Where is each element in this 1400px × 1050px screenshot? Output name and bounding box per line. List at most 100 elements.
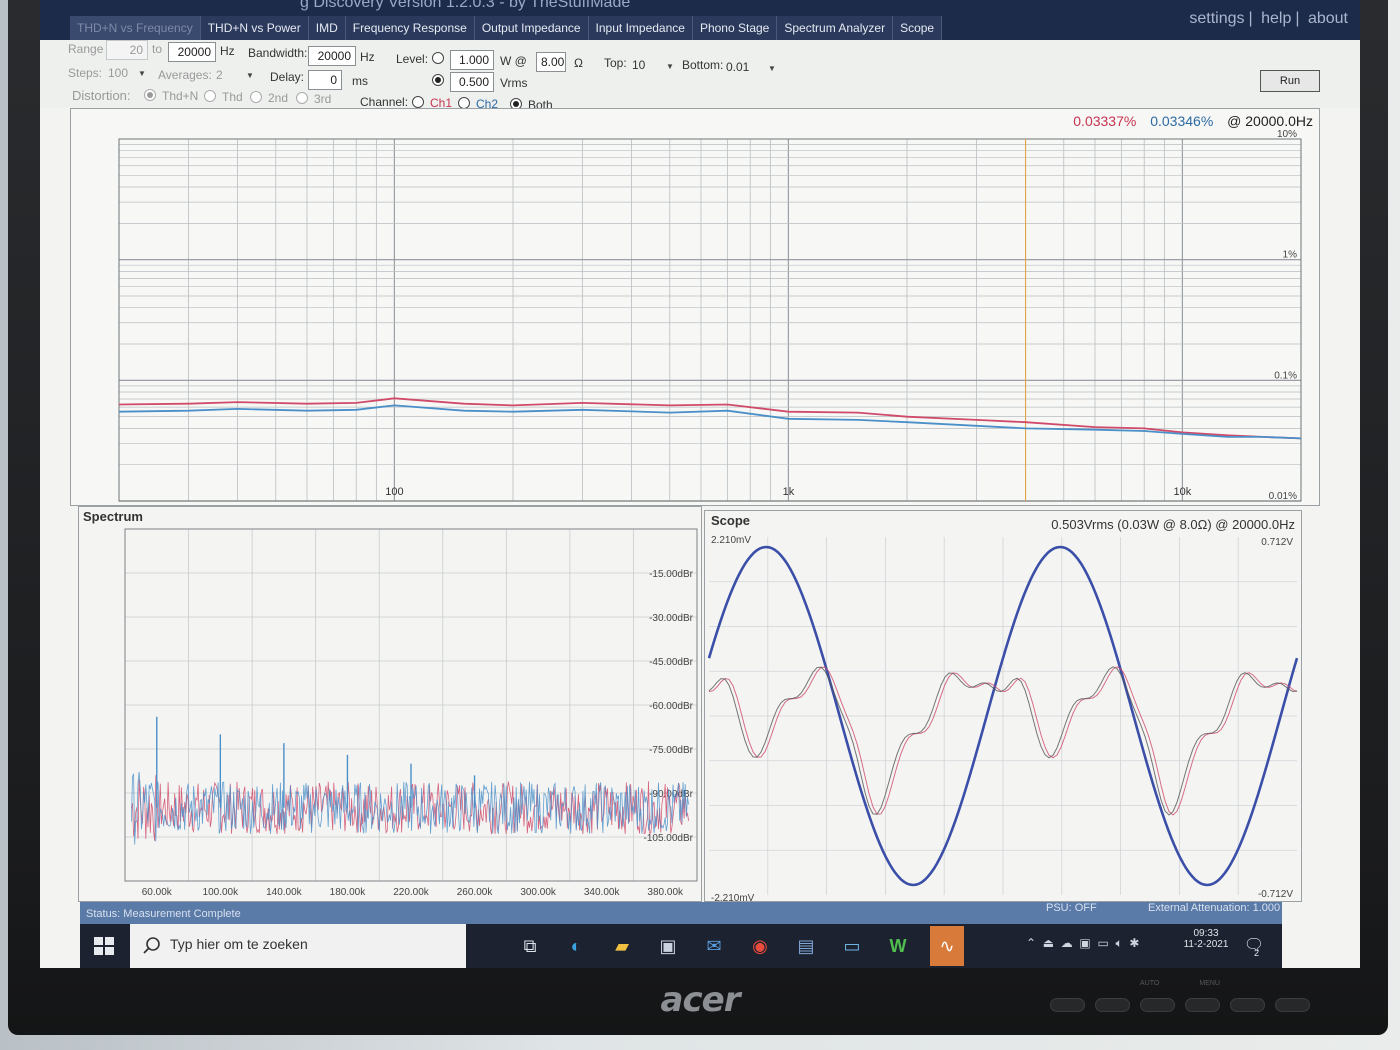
channel-ch1-radio[interactable] [412,96,424,108]
mail-icon[interactable]: ✉ [700,932,728,960]
task-view-icon[interactable]: ⧉ [516,932,544,960]
monitor-button[interactable] [1050,998,1085,1012]
status-bar: Status: Measurement Complete PSU: OFF Ex… [80,902,1282,924]
tab-output-impedance[interactable]: Output Impedance [474,16,589,40]
display-icon[interactable]: ▣ [1079,936,1090,950]
x-tick-label: 380.00k [647,887,684,898]
y-tick-label: 0.01% [1269,491,1297,502]
range-hz-label: Hz [220,44,235,58]
distortion-2nd-radio[interactable] [250,91,262,103]
tab-thd-vs-frequency[interactable]: THD+N vs Frequency [70,16,201,40]
taskbar-search-box[interactable]: Typ hier om te zoeken [130,924,466,968]
w-app-icon[interactable]: W [884,932,912,960]
range-from-input[interactable]: 20 [106,40,148,60]
steps-chevron-down-icon[interactable]: ▼ [138,69,146,78]
bottom-chevron-down-icon[interactable]: ▼ [768,64,776,73]
usb-icon[interactable]: ⏏ [1043,936,1054,950]
tab-scope[interactable]: Scope [893,16,943,40]
tab-phono-stage[interactable]: Phono Stage [692,16,778,40]
top-select[interactable]: 10 [632,58,645,72]
clock-time: 09:33 [1193,928,1219,939]
windows-start-icon[interactable] [92,934,116,958]
scope-chart-svg: 2.210mV-2.210mV0.712V-0.712V [707,535,1299,904]
distortion-3rd-radio[interactable] [296,92,308,104]
y-tick-label: 0.1% [1274,370,1297,381]
tab-thd-vs-power[interactable]: THD+N vs Power [200,16,309,40]
volume-icon[interactable]: 🔈︎ [1115,936,1122,950]
x-tick-label: 10k [1174,486,1192,498]
thd-readout-ch1: 0.03337% [1073,113,1137,129]
level-watts-radio[interactable] [432,52,444,64]
y-tick-label: -75.00dBr [649,745,694,756]
level-vrms-input[interactable]: 0.500 [450,72,494,92]
averages-select[interactable]: 2 [216,68,223,82]
top-chevron-down-icon[interactable]: ▼ [666,62,674,71]
remote-desktop-icon[interactable]: ▤ [792,932,820,960]
series-line-ch2 [118,404,1302,440]
tab-imd[interactable]: IMD [308,16,346,40]
scope-right-bottom-label: -0.712V [1258,889,1293,900]
tab-input-impedance[interactable]: Input Impedance [588,16,693,40]
spectrum-chart-svg: -15.00dBr -30.00dBr -45.00dBr -60.00dBr -75.… [124,528,698,898]
chrome-icon[interactable]: ◉ [746,932,774,960]
delay-input[interactable]: 0 [308,70,342,90]
monitor-button[interactable] [1230,998,1265,1012]
steps-select[interactable]: 100 [108,66,128,80]
monitor-button[interactable] [1095,998,1130,1012]
monitor-button[interactable] [1185,998,1220,1012]
y-tick-label: -105.00dBr [644,833,694,844]
bluetooth-icon[interactable]: ✱ [1129,936,1139,950]
tab-frequency-response[interactable]: Frequency Response [345,16,475,40]
x-tick-label: 300.00k [520,887,557,898]
level-watts-input[interactable]: 1.000 [450,50,494,70]
level-label: Level: [396,52,429,66]
top-label: Top: [604,56,627,70]
ohm-label: Ω [574,56,583,70]
x-tick-label: 260.00k [457,887,494,898]
thd-chart: 100 1k 10k 10% 1% 0.1% 0.01% 0.03337% 0.03346%… [70,108,1320,506]
distortion-thd-radio[interactable] [204,90,216,102]
about-link[interactable]: about [1308,10,1348,27]
y-tick-label: 10% [1277,129,1297,140]
averages-chevron-down-icon[interactable]: ▼ [246,71,254,80]
settings-link[interactable]: settings [1189,10,1244,27]
search-placeholder: Typ hier om te zoeken [170,936,308,952]
chevron-up-icon[interactable]: ⌃ [1026,936,1036,950]
thd-readout-frequency: @ 20000.0Hz [1227,113,1313,129]
edge-browser-icon[interactable]: ◐ [562,932,590,960]
cloud-icon[interactable]: ☁ [1061,936,1073,950]
distortion-thdn-radio[interactable] [144,89,156,101]
spectrum-trace-ch1 [131,775,689,841]
top-links: settings | help | about [1189,10,1348,27]
app-window-icon[interactable]: ▭ [838,932,866,960]
ms-label: ms [352,74,368,88]
w-at-label: W @ [500,54,527,68]
control-panel: Range 20 to 20000 Hz Bandwidth: 20000 Hz… [40,40,1360,112]
y-tick-label: -60.00dBr [649,701,694,712]
run-button[interactable]: Run [1260,70,1320,92]
bottom-select[interactable]: 0.01 [726,60,749,74]
range-to-input[interactable]: 20000 [168,42,216,62]
notification-count: 2 [1254,948,1260,958]
spectrum-panel: -15.00dBr -30.00dBr -45.00dBr -60.00dBr -75.… [78,506,702,902]
taskbar: Typ hier om te zoeken ⧉ ◐ ▰ ▣ ✉ ◉ ▤ ▭ W … [80,924,1282,968]
monitor-power-button[interactable] [1275,998,1310,1012]
tab-spectrum-analyzer[interactable]: Spectrum Analyzer [777,16,894,40]
monitor-buttons [1050,990,1310,1016]
thd-readout-ch2: 0.03346% [1150,113,1214,129]
store-icon[interactable]: ▣ [654,932,682,960]
network-icon[interactable]: ▭ [1097,936,1108,950]
audio-analyzer-app-icon[interactable]: ∿ [930,926,964,966]
help-link[interactable]: help [1261,10,1291,27]
load-input[interactable]: 8.00 [536,52,566,72]
clock[interactable]: 09:33 11-2-2021 [1178,928,1234,950]
distortion-thdn-label: Thd+N [162,89,199,103]
file-explorer-icon[interactable]: ▰ [608,932,636,960]
plot-frame [118,138,1302,502]
x-tick-label: 220.00k [393,887,430,898]
clock-date: 11-2-2021 [1183,939,1229,950]
x-tick-label: 1k [783,486,795,498]
level-vrms-radio[interactable] [432,74,444,86]
monitor-button[interactable] [1140,998,1175,1012]
bandwidth-input[interactable]: 20000 [308,46,356,66]
